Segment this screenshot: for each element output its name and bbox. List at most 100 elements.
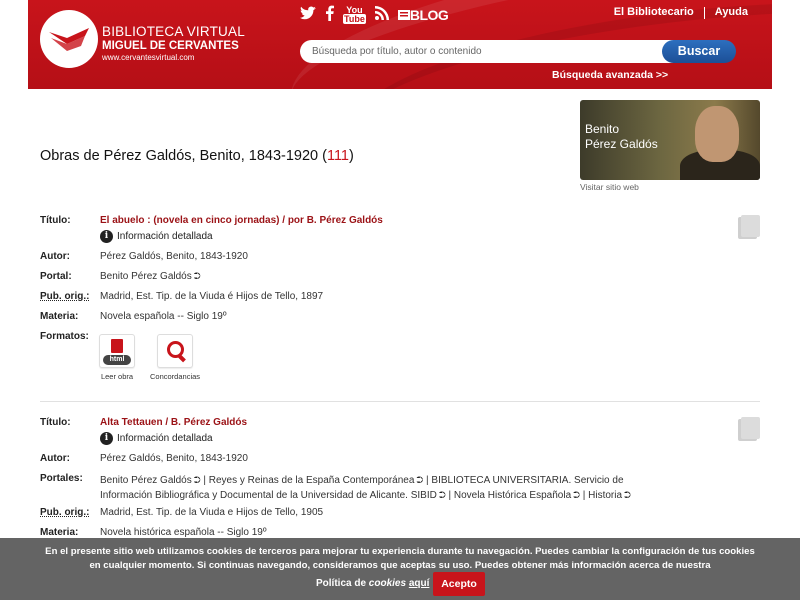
record-title-link[interactable]: El abuelo : (novela en cinco jornadas) /… [100, 215, 383, 226]
logo-line1: BIBLIOTECA VIRTUAL [102, 24, 245, 39]
record-materia-row: Materia: Novela histórica española -- Si… [40, 527, 267, 538]
search-input[interactable]: Búsqueda por título, autor o contenido [300, 40, 680, 63]
label-materia: Materia: [40, 311, 79, 322]
external-link-icon: ⮊ [438, 490, 446, 500]
record-author-row: Autor: Pérez Galdós, Benito, 1843-1920 [40, 251, 248, 262]
record-portal-row: Portal: Benito Pérez Galdós ⮊ [40, 271, 201, 282]
label-pub-orig: Pub. orig.: [40, 507, 90, 518]
accept-cookies-button[interactable]: Acepto [433, 572, 485, 596]
cookie-policy-link[interactable]: aquí [409, 578, 430, 589]
banner-text: Benito Pérez Galdós [585, 122, 658, 152]
page-wrapper: BIBLIOTECA VIRTUAL MIGUEL DE CERVANTES w… [28, 0, 772, 538]
banner-line1: Benito [585, 122, 620, 136]
portal-link[interactable]: Benito Pérez Galdós [100, 271, 192, 282]
youtube-bottom: Tube [343, 14, 366, 24]
record-pub-row: Pub. orig.: Madrid, Est. Tip. de la Viud… [40, 507, 323, 518]
record-pub-row: Pub. orig.: Madrid, Est. Tip. de la Viud… [40, 291, 323, 302]
external-link-icon: ⮊ [416, 475, 424, 485]
pub-value: Madrid, Est. Tip. de la Viuda é Hijos de… [100, 291, 324, 302]
banner-line2: Pérez Galdós [585, 137, 658, 151]
cookie-policy: Política de cookies aquí [316, 578, 429, 589]
visit-site-link[interactable]: Visitar sitio web [580, 182, 639, 192]
youtube-icon[interactable]: You Tube [343, 6, 366, 24]
concordances-label: Concordancias [150, 372, 201, 381]
portrait-face [695, 106, 739, 162]
label-autor: Autor: [40, 251, 70, 262]
label-formatos: Formatos: [40, 331, 89, 342]
search-icon [157, 334, 193, 368]
logo-line3: www.cervantesvirtual.com [102, 53, 195, 62]
label-materia: Materia: [40, 527, 79, 538]
info-icon: i [100, 432, 113, 445]
page-title-suffix: ) [349, 148, 354, 164]
portal-link[interactable]: | Reyes y Reinas de la España Contemporá… [203, 475, 414, 486]
html-book-icon: html [99, 334, 135, 368]
book-icon [738, 215, 760, 239]
materia-value: Novela española -- Siglo 19º [100, 311, 227, 322]
twitter-icon[interactable] [300, 6, 316, 24]
portal-link[interactable]: | Novela Histórica Española [448, 490, 571, 501]
site-header: BIBLIOTECA VIRTUAL MIGUEL DE CERVANTES w… [28, 0, 772, 89]
portal-link[interactable]: | Historia [583, 490, 622, 501]
portal-link[interactable]: Información Bibliográfica y Documental d… [100, 490, 437, 501]
record-title-row: Título: Alta Tettauen / B. Pérez Galdós … [40, 417, 247, 445]
facebook-icon[interactable] [325, 5, 334, 25]
blog-link[interactable]: BLOG [397, 7, 449, 23]
read-work-format[interactable]: html Leer obra [92, 334, 142, 381]
html-tag: html [103, 355, 131, 365]
info-icon: i [100, 230, 113, 243]
search-button[interactable]: Buscar [662, 40, 736, 63]
blog-label: BLOG [409, 7, 449, 23]
external-link-icon: ⮊ [193, 271, 201, 281]
cookie-text: En el presente sitio web utilizamos cook… [45, 546, 755, 571]
social-links: You Tube BLOG [300, 5, 449, 25]
label-portales: Portales: [40, 473, 83, 484]
top-links-separator [703, 7, 705, 19]
portal-link[interactable]: Benito Pérez Galdós [100, 475, 192, 486]
cervantes-logo-icon[interactable] [40, 10, 98, 68]
top-links: El Bibliotecario Ayuda [614, 6, 748, 19]
concordances-format[interactable]: Concordancias [150, 334, 200, 381]
top-link-bibliotecario[interactable]: El Bibliotecario [614, 6, 694, 19]
record-materia-row: Materia: Novela española -- Siglo 19º [40, 311, 227, 322]
site-logo-text[interactable]: BIBLIOTECA VIRTUAL MIGUEL DE CERVANTES w… [102, 25, 245, 62]
label-titulo: Título: [40, 215, 71, 226]
detailed-info-label: Información detallada [117, 231, 213, 242]
author-value: Pérez Galdós, Benito, 1843-1920 [100, 251, 248, 262]
book-icon [738, 417, 760, 441]
formats-list: html Leer obra Concordancias [92, 334, 200, 381]
detailed-info-label: Información detallada [117, 433, 213, 444]
page-title: Obras de Pérez Galdós, Benito, 1843-1920… [40, 148, 354, 164]
advanced-search-link[interactable]: Búsqueda avanzada >> [552, 69, 668, 81]
logo-line2: MIGUEL DE CERVANTES [102, 39, 239, 52]
blog-icon [397, 10, 410, 20]
detailed-info-link[interactable]: i Información detallada [100, 432, 247, 445]
cookie-policy-prefix: Política de [316, 578, 369, 589]
record-divider [40, 401, 760, 402]
label-autor: Autor: [40, 453, 70, 464]
cookie-policy-italic: cookies [368, 578, 407, 589]
label-pub-orig: Pub. orig.: [40, 291, 90, 302]
detailed-info-link[interactable]: i Información detallada [100, 230, 383, 243]
works-count-link[interactable]: 111 [327, 148, 349, 164]
record-portales-row: Portales: Benito Pérez Galdós ⮊ | Reyes y… [40, 473, 660, 503]
external-link-icon: ⮊ [573, 490, 580, 500]
record-formats-row: Formatos: [40, 331, 100, 342]
top-link-ayuda[interactable]: Ayuda [715, 6, 748, 19]
external-link-icon: ⮊ [193, 475, 201, 485]
author-portal-banner[interactable]: Benito Pérez Galdós [580, 100, 760, 180]
cookie-banner: En el presente sitio web utilizamos cook… [0, 538, 800, 600]
search-bar: Búsqueda por título, autor o contenido B… [300, 40, 736, 63]
rss-icon[interactable] [374, 6, 389, 24]
materia-value: Novela histórica española -- Siglo 19º [100, 527, 267, 538]
label-portal: Portal: [40, 271, 72, 282]
pub-value: Madrid, Est. Tip. de la Viuda e Hijos de… [100, 507, 324, 518]
page-title-text: Obras de Pérez Galdós, Benito, 1843-1920… [40, 148, 327, 164]
author-value: Pérez Galdós, Benito, 1843-1920 [100, 453, 248, 464]
record-author-row: Autor: Pérez Galdós, Benito, 1843-1920 [40, 453, 248, 464]
label-titulo: Título: [40, 417, 71, 428]
portal-link[interactable]: | BIBLIOTECA UNIVERSITARIA. Servicio de [426, 475, 623, 486]
read-work-label: Leer obra [100, 372, 134, 381]
record-title-row: Título: El abuelo : (novela en cinco jor… [40, 215, 383, 243]
record-title-link[interactable]: Alta Tettauen / B. Pérez Galdós [100, 417, 247, 428]
